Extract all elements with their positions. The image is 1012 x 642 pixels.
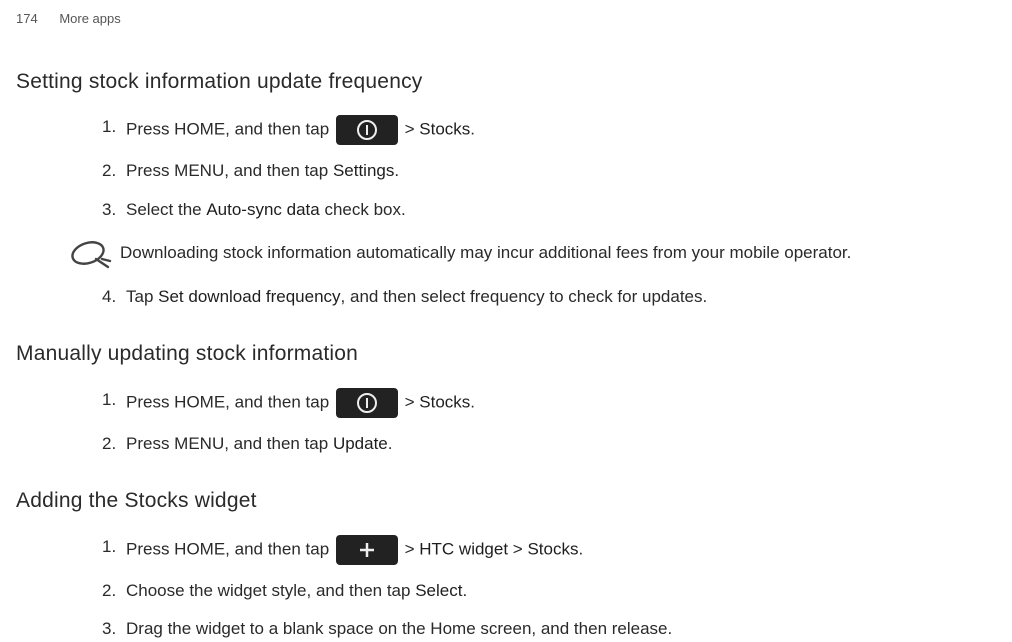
text: Press MENU, and then tap — [126, 161, 333, 180]
apps-icon — [336, 115, 398, 145]
text: , and then select frequency to check for… — [341, 287, 708, 306]
text: > — [400, 539, 419, 558]
section-title: Setting stock information update frequen… — [16, 67, 996, 97]
text-bold: Auto-sync data — [206, 200, 319, 219]
item-number: 2. — [102, 159, 116, 184]
text-bold: Settings — [333, 161, 394, 180]
list-item: 1. Press HOME, and then tap > Stocks. — [126, 388, 996, 418]
item-number: 1. — [102, 115, 116, 140]
item-number: 1. — [102, 535, 116, 560]
text: Tap — [126, 287, 158, 306]
text: . — [470, 392, 475, 411]
item-number: 3. — [102, 617, 116, 642]
text: . — [578, 539, 583, 558]
section-title: Manually updating stock information — [16, 339, 996, 369]
item-number: 2. — [102, 579, 116, 604]
text-bold: Stocks — [527, 539, 578, 558]
text: Press HOME, and then tap — [126, 120, 334, 139]
ordered-list-cont: 4. Tap Set download frequency, and then … — [126, 285, 996, 310]
text: > — [400, 392, 419, 411]
text: > — [400, 120, 419, 139]
text-bold: Stocks — [419, 120, 470, 139]
item-number: 4. — [102, 285, 116, 310]
text-bold: Stocks — [419, 392, 470, 411]
text: . — [470, 120, 475, 139]
note-text: Downloading stock information automatica… — [120, 241, 851, 266]
text-bold: Set download frequency — [158, 287, 340, 306]
ordered-list: 1. Press HOME, and then tap > Stocks. 2.… — [126, 115, 996, 222]
item-number: 1. — [102, 388, 116, 413]
item-number: 3. — [102, 198, 116, 223]
list-item: 2. Choose the widget style, and then tap… — [126, 579, 996, 604]
text: check box. — [320, 200, 406, 219]
text: Press MENU, and then tap — [126, 434, 333, 453]
text-bold: Update — [333, 434, 388, 453]
text: . — [394, 161, 399, 180]
text: > — [508, 539, 527, 558]
list-item: 4. Tap Set download frequency, and then … — [126, 285, 996, 310]
section-name: More apps — [59, 11, 120, 26]
text: Select the — [126, 200, 206, 219]
text-bold: HTC widget — [419, 539, 508, 558]
item-number: 2. — [102, 432, 116, 457]
note-callout: Downloading stock information automatica… — [66, 237, 996, 271]
list-item: 3. Select the Auto-sync data check box. — [126, 198, 996, 223]
page-header: 174 More apps — [16, 0, 996, 37]
plus-icon — [336, 535, 398, 565]
text: . — [388, 434, 393, 453]
list-item: 2. Press MENU, and then tap Settings. — [126, 159, 996, 184]
ordered-list: 1. Press HOME, and then tap > Stocks. 2.… — [126, 388, 996, 457]
page-number: 174 — [16, 11, 38, 26]
text: Drag the widget to a blank space on the … — [126, 619, 672, 638]
text: Choose the widget style, and then tap — [126, 581, 415, 600]
list-item: 1. Press HOME, and then tap > Stocks. — [126, 115, 996, 145]
list-item: 1. Press HOME, and then tap > HTC widget… — [126, 535, 996, 565]
ordered-list: 1. Press HOME, and then tap > HTC widget… — [126, 535, 996, 642]
list-item: 2. Press MENU, and then tap Update. — [126, 432, 996, 457]
list-item: 3. Drag the widget to a blank space on t… — [126, 617, 996, 642]
text: Press HOME, and then tap — [126, 392, 334, 411]
text-bold: Select — [415, 581, 462, 600]
note-icon — [66, 237, 114, 271]
text: . — [462, 581, 467, 600]
apps-icon — [336, 388, 398, 418]
text: Press HOME, and then tap — [126, 539, 334, 558]
section-title: Adding the Stocks widget — [16, 486, 996, 516]
